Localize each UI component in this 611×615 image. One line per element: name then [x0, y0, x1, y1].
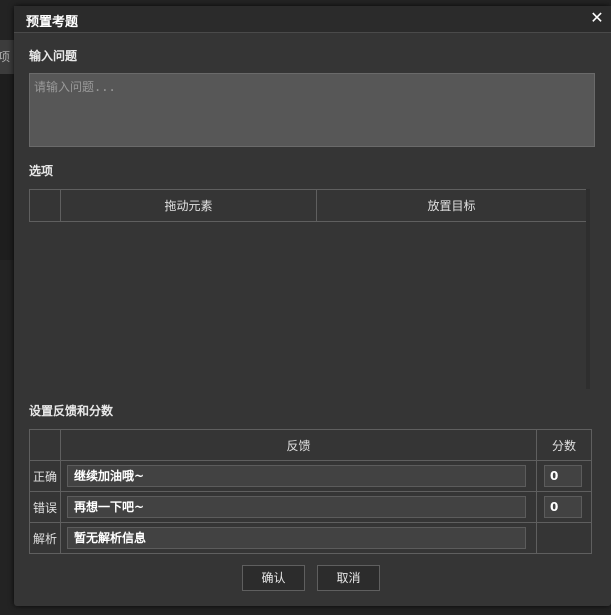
question-label: 输入问题 — [29, 49, 78, 63]
cancel-button[interactable]: 取消 — [317, 565, 380, 591]
feedback-header-score: 分数 — [536, 429, 592, 461]
score-input-wrong[interactable]: 0 — [544, 496, 582, 518]
preset-question-dialog: 预置考题 ✕ 输入问题 选项 拖动元素 放置目标 设置反馈和分数 反馈 分数 正… — [14, 6, 611, 606]
feedback-input-correct[interactable]: 继续加油哦~ — [67, 465, 526, 487]
options-header-index — [29, 189, 61, 222]
options-header-drag-element: 拖动元素 — [60, 189, 317, 222]
options-scrollbar[interactable] — [586, 189, 590, 389]
score-cell-empty — [536, 522, 592, 554]
feedback-row-wrong: 错误 再想一下吧~ 0 — [29, 491, 592, 523]
feedback-table: 反馈 分数 正确 继续加油哦~ 0 错误 再想一下吧~ 0 解析 暂无解析信息 — [29, 429, 592, 554]
dialog-titlebar: 预置考题 ✕ — [14, 6, 611, 33]
background-text-fragment: 项 — [0, 50, 11, 64]
feedback-input-analysis[interactable]: 暂无解析信息 — [67, 527, 526, 549]
question-input[interactable] — [29, 73, 595, 147]
dialog-title: 预置考题 — [26, 15, 79, 30]
feedback-row-correct: 正确 继续加油哦~ 0 — [29, 460, 592, 492]
background-panel-dark-fragment — [0, 74, 14, 260]
options-header-drop-target: 放置目标 — [316, 189, 587, 222]
close-icon[interactable]: ✕ — [587, 8, 607, 28]
feedback-header-row: 反馈 分数 — [29, 429, 592, 461]
confirm-button[interactable]: 确认 — [242, 565, 305, 591]
feedback-header-feedback: 反馈 — [60, 429, 537, 461]
row-label-wrong: 错误 — [29, 491, 61, 523]
background-panel-fragment: 项 — [0, 40, 14, 74]
feedback-label: 设置反馈和分数 — [29, 404, 114, 418]
row-label-analysis: 解析 — [29, 522, 61, 554]
row-label-correct: 正确 — [29, 460, 61, 492]
feedback-input-wrong[interactable]: 再想一下吧~ — [67, 496, 526, 518]
score-input-correct[interactable]: 0 — [544, 465, 582, 487]
options-table: 拖动元素 放置目标 — [29, 189, 587, 222]
options-label: 选项 — [29, 164, 54, 178]
feedback-row-analysis: 解析 暂无解析信息 — [29, 522, 592, 554]
options-header-row: 拖动元素 放置目标 — [29, 189, 587, 222]
feedback-header-index — [29, 429, 61, 461]
